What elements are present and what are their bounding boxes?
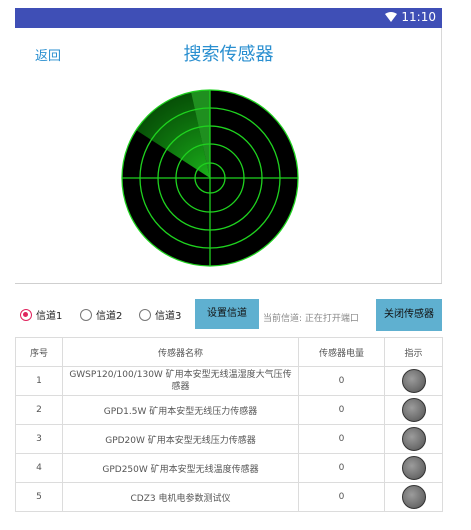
row-power: 0 <box>298 424 385 454</box>
row-index: 4 <box>15 453 63 483</box>
row-power: 0 <box>298 395 385 425</box>
row-indicator <box>384 395 443 425</box>
radar-display <box>121 89 299 267</box>
app-header: 返回 搜索传感器 <box>15 28 442 83</box>
row-power: 0 <box>298 366 385 396</box>
radar-area <box>15 83 442 283</box>
radio-label: 信道2 <box>96 311 123 322</box>
radio-label: 信道1 <box>36 311 63 322</box>
table-row[interactable]: 3 GPD20W 矿用本安型无线压力传感器 0 <box>15 424 443 454</box>
section-divider <box>15 283 442 284</box>
status-indicator-icon <box>401 427 426 451</box>
row-sensor-name: GPD1.5W 矿用本安型无线压力传感器 <box>62 395 299 425</box>
row-power: 0 <box>298 482 385 512</box>
table-header-row: 序号 传感器名称 传感器电量 指示 <box>15 337 443 367</box>
radio-channel-3[interactable]: 信道3 <box>139 307 181 322</box>
row-index: 2 <box>15 395 63 425</box>
close-sensor-button[interactable]: 关闭传感器 <box>376 299 442 331</box>
row-index: 5 <box>15 482 63 512</box>
status-indicator-icon <box>401 456 426 480</box>
row-sensor-name: GPD20W 矿用本安型无线压力传感器 <box>62 424 299 454</box>
status-indicator-icon <box>401 485 426 509</box>
row-sensor-name: GPD250W 矿用本安型无线温度传感器 <box>62 453 299 483</box>
row-sensor-name: GWSP120/100/130W 矿用本安型无线温湿度大气压传感器 <box>62 366 299 396</box>
radio-label: 信道3 <box>155 311 182 322</box>
radio-channel-1[interactable]: 信道1 <box>20 307 62 322</box>
table-row[interactable]: 5 CDZ3 电机电参数测试仪 0 <box>15 482 443 512</box>
set-channel-button[interactable]: 设置信道 <box>195 299 259 329</box>
sensor-table: 序号 传感器名称 传感器电量 指示 1 GWSP120/100/130W 矿用本… <box>15 337 443 512</box>
channel-controls: 信道1 信道2 信道3 设置信道 当前信道: 正在打开端口 关闭传感器 <box>15 297 442 337</box>
row-indicator <box>384 453 443 483</box>
table-row[interactable]: 1 GWSP120/100/130W 矿用本安型无线温湿度大气压传感器 0 <box>15 366 443 396</box>
wifi-icon <box>385 12 398 22</box>
page-title: 搜索传感器 <box>183 44 274 65</box>
row-indicator <box>384 482 443 512</box>
current-channel-status: 当前信道: 正在打开端口 <box>263 314 359 324</box>
radio-channel-2[interactable]: 信道2 <box>80 307 122 322</box>
status-indicator-icon <box>401 398 426 422</box>
table-row[interactable]: 4 GPD250W 矿用本安型无线温度传感器 0 <box>15 453 443 483</box>
radio-unselected-icon <box>80 308 92 321</box>
radio-unselected-icon <box>139 308 151 321</box>
row-index: 1 <box>15 366 63 396</box>
row-indicator <box>384 366 443 396</box>
column-header-indicator: 指示 <box>384 337 443 367</box>
radio-selected-icon <box>20 308 32 321</box>
column-header-name: 传感器名称 <box>62 337 299 367</box>
status-indicator-icon <box>401 369 426 393</box>
row-index: 3 <box>15 424 63 454</box>
status-bar: 11:10 <box>15 8 442 28</box>
table-row[interactable]: 2 GPD1.5W 矿用本安型无线压力传感器 0 <box>15 395 443 425</box>
row-indicator <box>384 424 443 454</box>
status-time: 11:10 <box>401 10 436 24</box>
row-sensor-name: CDZ3 电机电参数测试仪 <box>62 482 299 512</box>
row-power: 0 <box>298 453 385 483</box>
column-header-power: 传感器电量 <box>298 337 385 367</box>
column-header-index: 序号 <box>15 337 63 367</box>
